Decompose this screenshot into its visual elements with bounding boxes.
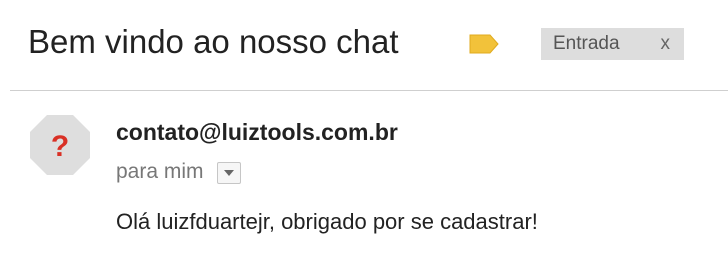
recipient-row: para mim <box>116 157 241 187</box>
remove-label-button[interactable]: x <box>661 28 671 60</box>
subject-header: Bem vindo ao nosso chat Entrada x <box>0 0 728 90</box>
email-view: Bem vindo ao nosso chat Entrada x ? cont… <box>0 0 728 280</box>
avatar-symbol: ? <box>51 130 69 163</box>
show-details-button[interactable] <box>216 162 241 184</box>
header-divider <box>10 90 728 91</box>
recipient-text: para mim <box>116 160 204 183</box>
chevron-down-icon <box>223 170 234 176</box>
label-tag-icon[interactable] <box>469 34 499 54</box>
unknown-sender-icon[interactable]: ? <box>29 114 91 176</box>
sender-address[interactable]: contato@luiztools.com.br <box>116 117 398 147</box>
email-body: Olá luizfduartejr, obrigado por se cadas… <box>116 209 538 234</box>
email-subject: Bem vindo ao nosso chat <box>28 23 399 60</box>
inbox-label-text: Entrada <box>553 33 620 54</box>
inbox-label-chip[interactable]: Entrada x <box>541 28 684 60</box>
